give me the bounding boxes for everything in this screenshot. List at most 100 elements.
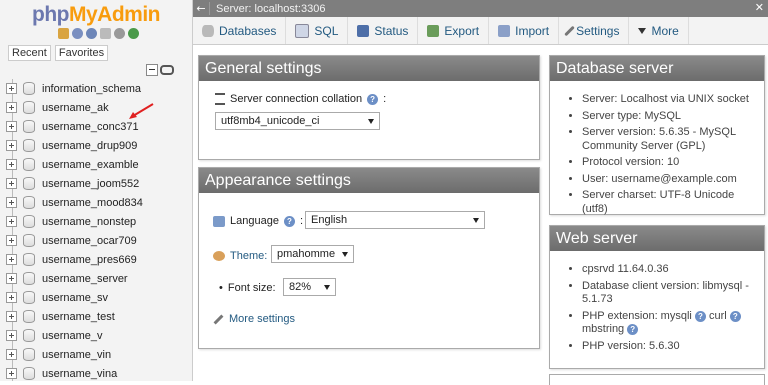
expand-icon[interactable] (6, 83, 17, 94)
tab-more[interactable]: More (629, 17, 689, 44)
expand-icon[interactable] (6, 159, 17, 170)
expand-icon[interactable] (6, 216, 17, 227)
tab-recent[interactable]: Recent (8, 45, 51, 61)
list-item: Server version: 5.6.35 - MySQL Community… (582, 126, 762, 153)
language-label: Language (230, 215, 279, 227)
maximize-icon[interactable]: ✕ (755, 1, 764, 14)
list-item: cpsrvd 11.64.0.36 (582, 263, 762, 277)
theme-select[interactable]: pmahomme (271, 245, 354, 263)
list-item: Server charset: UTF-8 Unicode (utf8) (582, 189, 762, 216)
database-item[interactable]: username_examble (0, 155, 192, 174)
database-label[interactable]: username_nonstep (42, 216, 136, 228)
tab-settings[interactable]: Settings (559, 17, 630, 44)
tab-import[interactable]: Import (489, 17, 560, 44)
expand-icon[interactable] (6, 178, 17, 189)
language-select[interactable]: English (305, 211, 485, 229)
help-icon[interactable]: ? (627, 324, 639, 336)
list-item: Server: Localhost via UNIX socket (582, 93, 762, 107)
database-label[interactable]: username_joom552 (42, 178, 139, 190)
docs-icon[interactable] (100, 28, 111, 39)
chevron-down-icon (342, 252, 348, 257)
expand-icon[interactable] (6, 368, 17, 379)
expand-icon[interactable] (6, 254, 17, 265)
logout-icon[interactable] (72, 28, 83, 39)
database-label[interactable]: username_pres669 (42, 254, 137, 266)
reload-icon[interactable] (128, 28, 139, 39)
database-label[interactable]: username_server (42, 273, 128, 285)
database-label[interactable]: username_mood834 (42, 197, 143, 209)
expand-icon[interactable] (6, 102, 17, 113)
help-icon[interactable]: ? (729, 310, 741, 322)
expand-icon[interactable] (6, 235, 17, 246)
database-item[interactable]: username_vina (0, 364, 192, 381)
database-item[interactable]: information_schema (0, 79, 192, 98)
database-item[interactable]: username_nonstep (0, 212, 192, 231)
list-item: User: username@example.com (582, 173, 762, 187)
database-item[interactable]: username_pres669 (0, 250, 192, 269)
database-item[interactable]: username_joom552 (0, 174, 192, 193)
help-icon[interactable]: ? (367, 93, 379, 105)
back-arrow-icon[interactable]: ← (193, 2, 210, 15)
expand-icon[interactable] (6, 121, 17, 132)
theme-label[interactable]: Theme: (230, 250, 267, 262)
database-icon (23, 82, 35, 95)
database-item[interactable]: username_drup909 (0, 136, 192, 155)
tab-export[interactable]: Export (418, 17, 490, 44)
list-item: Protocol version: 10 (582, 156, 762, 170)
database-icon (23, 234, 35, 247)
database-label[interactable]: username_vin (42, 349, 111, 361)
server-breadcrumb[interactable]: Server: localhost:3306 (210, 3, 325, 15)
database-label[interactable]: username_test (42, 311, 115, 323)
font-size-select[interactable]: 82% (283, 278, 336, 296)
help-icon[interactable]: ? (694, 310, 706, 322)
collapse-all-icon[interactable] (146, 64, 158, 76)
logo-myadmin-text: MyAdmin (68, 3, 161, 26)
database-item[interactable]: username_test (0, 307, 192, 326)
database-item[interactable]: username_vin (0, 345, 192, 364)
collation-select[interactable]: utf8mb4_unicode_ci (215, 112, 380, 130)
server-breadcrumb-bar: ← Server: localhost:3306 ✕ (193, 0, 768, 17)
database-item[interactable]: username_mood834 (0, 193, 192, 212)
expand-icon[interactable] (6, 311, 17, 322)
database-label[interactable]: username_drup909 (42, 140, 137, 152)
database-item[interactable]: username_ocar709 (0, 231, 192, 250)
export-icon (427, 24, 440, 37)
database-label[interactable]: username_v (42, 330, 103, 342)
tab-status[interactable]: Status (348, 17, 419, 44)
database-label[interactable]: username_ocar709 (42, 235, 137, 247)
nav-controls (146, 64, 174, 76)
nav-icon-bar (58, 28, 139, 42)
tab-favorites[interactable]: Favorites (54, 45, 109, 61)
tab-sql[interactable]: SQL (286, 17, 349, 44)
appearance-settings-panel: Appearance settings Language ? : English… (198, 167, 540, 349)
database-icon (23, 291, 35, 304)
link-with-main-icon[interactable] (160, 65, 174, 75)
help-icon[interactable] (86, 28, 97, 39)
database-item[interactable]: username_v (0, 326, 192, 345)
tab-databases[interactable]: Databases (193, 17, 287, 44)
more-settings-link[interactable]: More settings (213, 313, 295, 325)
help-icon[interactable]: ? (283, 215, 295, 227)
database-item[interactable]: username_server (0, 269, 192, 288)
database-label[interactable]: information_schema (42, 83, 141, 95)
annotation-arrow-icon (129, 103, 154, 119)
database-label[interactable]: username_ak (42, 102, 109, 114)
gear-icon[interactable] (114, 28, 125, 39)
collation-suffix: : (383, 93, 387, 105)
expand-icon[interactable] (6, 273, 17, 284)
database-item[interactable]: username_conc371 (0, 117, 192, 136)
database-label[interactable]: username_vina (42, 368, 117, 380)
expand-icon[interactable] (6, 292, 17, 303)
expand-icon[interactable] (6, 140, 17, 151)
database-label[interactable]: username_examble (42, 159, 139, 171)
database-label[interactable]: username_sv (42, 292, 108, 304)
expand-icon[interactable] (6, 349, 17, 360)
web-server-panel: Web server cpsrvd 11.64.0.36 Database cl… (549, 225, 765, 369)
expand-icon[interactable] (6, 197, 17, 208)
database-item[interactable]: username_ak (0, 98, 192, 117)
database-item[interactable]: username_sv (0, 288, 192, 307)
expand-icon[interactable] (6, 330, 17, 341)
phpmyadmin-logo[interactable]: phpMyAdmin (0, 3, 192, 27)
home-icon[interactable] (58, 28, 69, 39)
database-label[interactable]: username_conc371 (42, 121, 139, 133)
